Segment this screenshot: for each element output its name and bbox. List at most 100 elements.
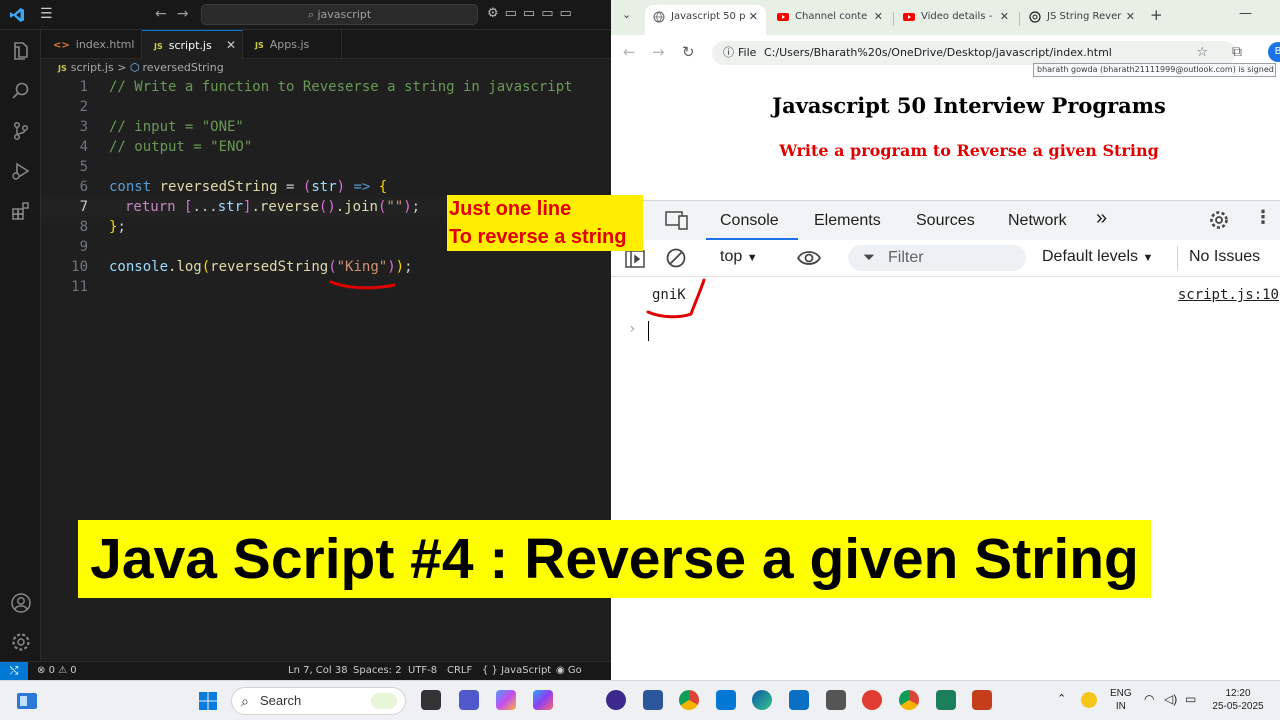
browser-tab[interactable]: Video details - ✕ <box>895 5 1017 35</box>
minimize-icon[interactable]: — <box>1239 6 1252 21</box>
wps-icon[interactable] <box>862 690 882 710</box>
semicolon: ; <box>117 219 126 235</box>
more-options-icon[interactable]: ⋮ <box>1254 207 1272 228</box>
new-tab-button[interactable]: + <box>1150 6 1163 24</box>
tab-title: Channel conte <box>795 11 868 22</box>
chip-label: File <box>738 46 757 59</box>
close-icon[interactable]: ✕ <box>1000 5 1009 29</box>
language-mode[interactable]: { } JavaScript <box>482 662 551 680</box>
close-icon[interactable]: ✕ <box>1126 5 1135 29</box>
app-icon[interactable] <box>643 690 663 710</box>
app-icon[interactable] <box>826 690 846 710</box>
battery-icon[interactable]: ▭ <box>1185 693 1196 706</box>
cursor-position[interactable]: Ln 7, Col 38 <box>288 662 348 680</box>
device-toolbar-icon[interactable] <box>665 209 689 231</box>
edge-icon[interactable] <box>752 690 772 710</box>
bookmark-star-icon[interactable]: ☆ <box>1196 41 1208 65</box>
extensions-icon[interactable]: ⧉ <box>1232 44 1242 60</box>
reload-icon[interactable]: ↻ <box>682 43 695 61</box>
status-bar: ⤭ ⊗ 0 ⚠ 0 Ln 7, Col 38 Spaces: 2 UTF-8 C… <box>0 661 611 680</box>
wifi-icon[interactable]: ◠ <box>1144 693 1154 706</box>
paren: ( <box>328 259 337 275</box>
line-ending[interactable]: CRLF <box>447 662 472 680</box>
nav-back-forward-icons[interactable]: ←→ <box>155 6 198 22</box>
breadcrumb-file[interactable]: script.js <box>71 61 114 74</box>
windows-start-icon[interactable] <box>198 691 218 711</box>
tab-index-html[interactable]: <> index.html <box>41 30 142 59</box>
close-icon[interactable]: ✕ <box>226 31 236 60</box>
encoding[interactable]: UTF-8 <box>408 662 437 680</box>
tab-script-js[interactable]: JS script.js ✕ <box>142 30 243 59</box>
search-icon[interactable] <box>10 80 32 102</box>
symbol-icon: ⬡ <box>129 61 140 74</box>
indentation[interactable]: Spaces: 2 <box>353 662 402 680</box>
site-info-chip[interactable]: ⓘ File <box>718 43 762 63</box>
browser-tab-active[interactable]: Javascript 50 p ✕ <box>645 5 766 35</box>
volume-icon[interactable]: ◁) <box>1164 693 1177 706</box>
chrome-icon[interactable] <box>679 690 699 710</box>
language-label: JavaScript <box>501 665 552 676</box>
callout-line-1: Just one line <box>449 198 572 220</box>
settings-gear-icon[interactable] <box>1208 209 1230 231</box>
outlook-icon[interactable] <box>716 690 736 710</box>
console-input-caret[interactable] <box>648 321 649 341</box>
powerpoint-icon[interactable] <box>972 690 992 710</box>
vscode-icon[interactable] <box>789 690 809 710</box>
dropdown-arrow-icon: ▼ <box>746 252 758 264</box>
source-control-icon[interactable] <box>10 120 32 142</box>
remote-icon[interactable]: ⤭ <box>0 662 28 680</box>
filter-input[interactable]: ⏷ Filter <box>848 245 1026 271</box>
tab-console[interactable]: Console <box>720 212 779 230</box>
sidebar-toggle-icon[interactable] <box>624 248 646 270</box>
avatar[interactable]: B <box>1268 42 1280 62</box>
tab-label: Apps.js <box>269 38 310 51</box>
explorer-icon[interactable] <box>10 40 32 62</box>
log-levels-dropdown[interactable]: Default levels ▼ <box>1042 248 1153 266</box>
tab-search-chevron-icon[interactable]: ⌄ <box>622 8 631 21</box>
annotation-callout: Just one line To reverse a string <box>447 195 643 251</box>
console-output[interactable]: gniK script.js:10 › <box>611 277 1280 680</box>
copilot-icon[interactable] <box>496 690 516 710</box>
store-icon[interactable] <box>533 690 553 710</box>
menu-icon[interactable]: ☰ <box>40 6 53 22</box>
problems-indicator[interactable]: ⊗ 0 ⚠ 0 <box>37 662 77 680</box>
tab-apps-js[interactable]: JS Apps.js <box>243 30 342 59</box>
clock[interactable]: 12:20 25-05-2025 <box>1210 687 1266 713</box>
chrome-icon[interactable] <box>899 690 919 710</box>
tab-elements[interactable]: Elements <box>814 212 881 230</box>
command-center-search[interactable]: ⌕ javascript <box>201 4 478 25</box>
close-icon[interactable]: ✕ <box>749 5 758 29</box>
extensions-icon[interactable] <box>10 200 32 222</box>
browser-tab[interactable]: Channel conte ✕ <box>769 5 891 35</box>
code-line: 2 <box>41 97 611 117</box>
more-tabs-icon[interactable]: » <box>1096 207 1107 230</box>
issues-button[interactable]: No Issues <box>1189 248 1260 266</box>
chevron-up-icon[interactable]: ⌃ <box>1057 693 1066 706</box>
account-icon[interactable] <box>10 592 32 614</box>
app-icon[interactable] <box>606 690 626 710</box>
manage-gear-icon[interactable] <box>10 631 32 653</box>
layout-icons[interactable]: ⚙▭▭▭▭ <box>487 6 578 21</box>
run-debug-icon[interactable] <box>10 160 32 182</box>
context-selector[interactable]: top ▼ <box>720 248 758 266</box>
teams-icon[interactable] <box>459 690 479 710</box>
go-live[interactable]: ◉ Go <box>556 662 582 680</box>
eye-icon[interactable] <box>796 247 822 269</box>
language-indicator[interactable]: ENG IN <box>1110 687 1132 713</box>
forward-icon[interactable]: → <box>652 43 665 61</box>
clear-console-icon[interactable] <box>665 247 687 269</box>
breadcrumb-symbol[interactable]: reversedString <box>143 61 224 74</box>
back-icon[interactable]: ← <box>623 43 636 61</box>
taskbar-search[interactable]: ⌕ Search <box>231 687 406 715</box>
camtasia-icon[interactable] <box>936 690 956 710</box>
tab-network[interactable]: Network <box>1008 212 1067 230</box>
browser-tab[interactable]: JS String Rever ✕ <box>1021 5 1143 35</box>
widgets-icon[interactable] <box>16 692 38 710</box>
task-view-icon[interactable] <box>421 690 441 710</box>
tray-app-icon[interactable] <box>1081 692 1097 708</box>
tab-sources[interactable]: Sources <box>916 212 975 230</box>
semicolon: ; <box>404 259 413 275</box>
address-bar[interactable]: ⓘ File C:/Users/Bharath%20s/OneDrive/Desk… <box>712 41 1236 65</box>
log-source-link[interactable]: script.js:10 <box>1178 287 1279 303</box>
close-icon[interactable]: ✕ <box>874 5 883 29</box>
